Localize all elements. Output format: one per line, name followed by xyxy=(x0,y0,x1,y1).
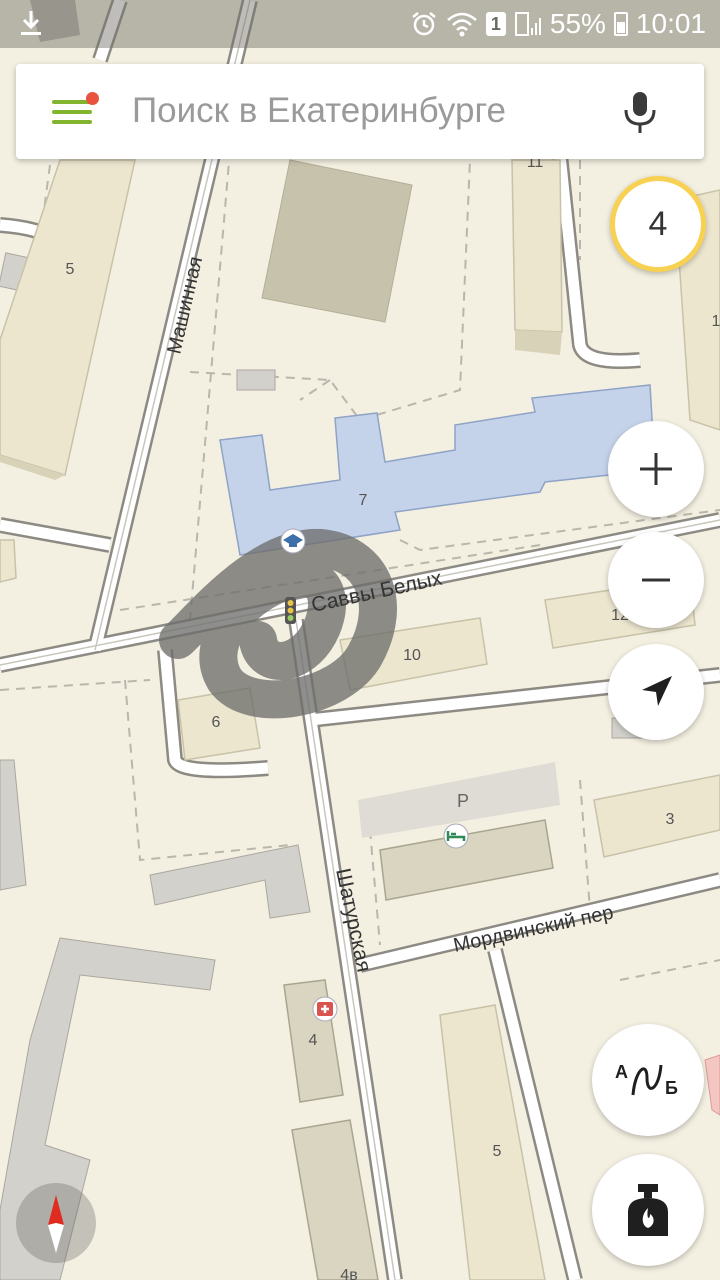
building-number: 6 xyxy=(212,714,221,731)
zoom-in-button[interactable] xyxy=(608,421,704,517)
my-location-button[interactable] xyxy=(608,644,704,740)
route-b-label: Б xyxy=(665,1078,678,1098)
building-number: 4в xyxy=(340,1267,357,1280)
search-bar xyxy=(16,64,704,159)
building-number: 3 xyxy=(666,811,675,828)
fuel-station-icon xyxy=(628,1184,668,1236)
parking-label: P xyxy=(457,791,469,811)
navigation-arrow-icon xyxy=(642,676,672,706)
zoom-out-button[interactable] xyxy=(608,532,704,628)
hotel-icon[interactable] xyxy=(443,823,469,849)
signal-icon xyxy=(514,12,541,36)
route-button[interactable]: А Б xyxy=(592,1024,704,1136)
building-number: 5 xyxy=(493,1143,502,1160)
minus-icon xyxy=(642,578,670,582)
clock: 10:01 xyxy=(635,8,706,39)
status-bar: 1 55% 10:01 xyxy=(0,0,720,48)
battery-percent: 55% xyxy=(549,8,606,39)
building-number: 7 xyxy=(359,492,368,509)
building-number: 5 xyxy=(66,261,75,278)
route-ab-icon: А Б xyxy=(615,1062,678,1098)
plus-icon xyxy=(640,453,672,485)
route-a-label: А xyxy=(615,1062,628,1082)
building-number: 1 xyxy=(712,313,720,330)
hamburger-line xyxy=(52,120,92,124)
school-icon[interactable] xyxy=(280,528,306,554)
compass-button[interactable] xyxy=(16,1183,96,1263)
building-number: 4 xyxy=(309,1032,318,1049)
menu-button[interactable] xyxy=(44,88,100,136)
microphone-icon xyxy=(624,92,656,133)
compass-icon xyxy=(48,1195,64,1253)
microphone-button[interactable] xyxy=(612,86,668,138)
fuel-button[interactable] xyxy=(592,1154,704,1266)
traffic-light-icon[interactable] xyxy=(285,597,296,624)
traffic-level-value: 4 xyxy=(648,204,668,243)
sim-badge: 1 xyxy=(485,12,506,36)
alarm-icon xyxy=(412,12,436,36)
hamburger-line xyxy=(52,110,92,114)
download-icon xyxy=(21,11,41,35)
building-number: 10 xyxy=(403,647,421,664)
wifi-icon xyxy=(447,12,477,37)
hospital-icon[interactable] xyxy=(312,996,338,1022)
battery-icon xyxy=(613,12,628,36)
traffic-level-button[interactable]: 4 xyxy=(610,176,706,272)
search-input[interactable] xyxy=(132,86,572,136)
notification-dot xyxy=(86,92,99,105)
